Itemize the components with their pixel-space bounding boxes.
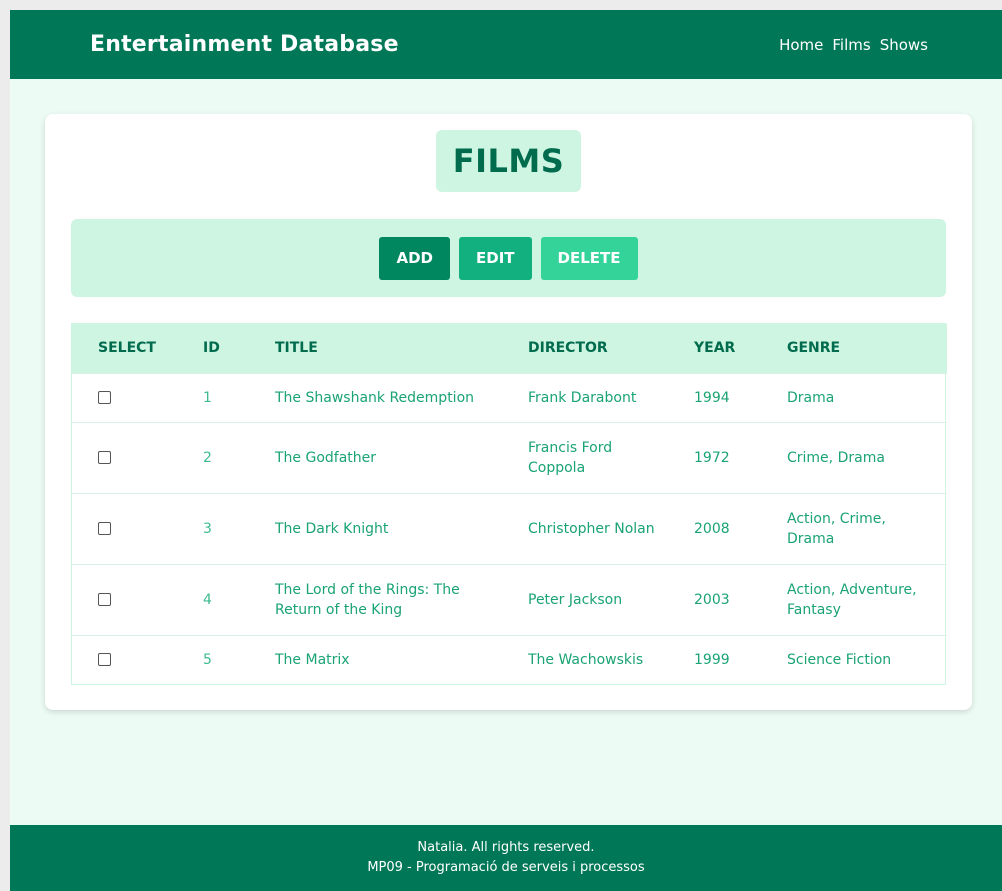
delete-button[interactable]: DELETE: [540, 236, 638, 280]
year-cell: 2003: [668, 563, 761, 635]
row-select-checkbox[interactable]: [98, 522, 111, 535]
genre-cell: Drama: [761, 372, 947, 422]
row-select-checkbox[interactable]: [98, 451, 111, 464]
nav-link-shows[interactable]: Shows: [880, 36, 928, 54]
select-cell: [72, 421, 177, 493]
nav-link-films[interactable]: Films: [832, 36, 870, 54]
column-header-title: TITLE: [275, 340, 318, 357]
title-cell: The Dark Knight: [249, 492, 502, 564]
footer: Natalia. All rights reserved. MP09 - Pro…: [10, 825, 1002, 891]
column-header-id: ID: [203, 340, 220, 357]
director-cell: Peter Jackson: [502, 563, 668, 635]
column-header-year: YEAR: [694, 340, 736, 357]
title-cell: The Shawshank Redemption: [249, 372, 502, 422]
title-wrap: FILMS: [45, 130, 972, 192]
row-select-checkbox[interactable]: [98, 653, 111, 667]
year-cell: 1972: [668, 421, 761, 493]
id-cell: 4: [177, 563, 249, 635]
id-cell: 1: [177, 372, 249, 422]
select-cell: [72, 372, 177, 422]
year-cell: 1999: [668, 634, 761, 684]
genre-cell: Crime, Drama: [761, 421, 947, 493]
action-toolbar: ADD EDIT DELETE: [71, 219, 946, 297]
films-table-wrapper: SELECT ID TITLE DIRECTOR YEAR GENRE 1 Th…: [71, 323, 947, 685]
row-select-checkbox[interactable]: [98, 593, 111, 606]
id-cell: 5: [177, 634, 249, 684]
year-cell: 1994: [668, 372, 761, 422]
genre-cell: Science Fiction: [761, 634, 947, 684]
page: Entertainment Database Home Films Shows …: [10, 10, 1002, 891]
genre-cell: Action, Crime, Drama: [761, 492, 947, 564]
select-cell: [72, 563, 177, 635]
page-title: FILMS: [435, 130, 582, 192]
table-row: 1 The Shawshank Redemption Frank Darabon…: [72, 372, 947, 422]
director-cell: Francis Ford Coppola: [502, 421, 668, 493]
footer-course: MP09 - Programació de serveis i processo…: [367, 860, 645, 875]
main-content: FILMS ADD EDIT DELETE SELECT ID TITLE DI…: [10, 79, 1002, 825]
table-row: 4 The Lord of the Rings: The Return of t…: [72, 563, 947, 635]
footer-copyright: Natalia. All rights reserved.: [417, 840, 595, 855]
select-cell: [72, 492, 177, 564]
edit-button[interactable]: EDIT: [459, 236, 532, 280]
add-button[interactable]: ADD: [379, 236, 450, 280]
navbar: Entertainment Database Home Films Shows: [10, 10, 1002, 79]
table-row: 3 The Dark Knight Christopher Nolan 2008…: [72, 492, 947, 564]
title-cell: The Lord of the Rings: The Return of the…: [249, 563, 502, 635]
brand-title[interactable]: Entertainment Database: [90, 32, 399, 57]
table-row: 2 The Godfather Francis Ford Coppola 197…: [72, 421, 947, 493]
id-cell: 3: [177, 492, 249, 564]
director-cell: Frank Darabont: [502, 372, 668, 422]
row-select-checkbox[interactable]: [98, 391, 111, 404]
title-cell: The Godfather: [249, 421, 502, 493]
title-cell: The Matrix: [249, 634, 502, 684]
year-cell: 2008: [668, 492, 761, 564]
nav-link-home[interactable]: Home: [779, 36, 823, 54]
table-row: 5 The Matrix The Wachowskis 1999 Science…: [72, 634, 947, 684]
director-cell: Christopher Nolan: [502, 492, 668, 564]
id-cell: 2: [177, 421, 249, 493]
column-header-select: SELECT: [98, 340, 156, 357]
column-header-genre: GENRE: [787, 340, 841, 357]
director-cell: The Wachowskis: [502, 634, 668, 684]
column-header-director: DIRECTOR: [528, 340, 608, 357]
films-table: SELECT ID TITLE DIRECTOR YEAR GENRE 1 Th…: [72, 324, 947, 684]
select-cell: [72, 634, 177, 684]
table-header-row: SELECT ID TITLE DIRECTOR YEAR GENRE: [72, 324, 947, 373]
nav-links: Home Films Shows: [779, 36, 928, 54]
genre-cell: Action, Adventure, Fantasy: [761, 563, 947, 635]
films-card: FILMS ADD EDIT DELETE SELECT ID TITLE DI…: [45, 114, 972, 710]
